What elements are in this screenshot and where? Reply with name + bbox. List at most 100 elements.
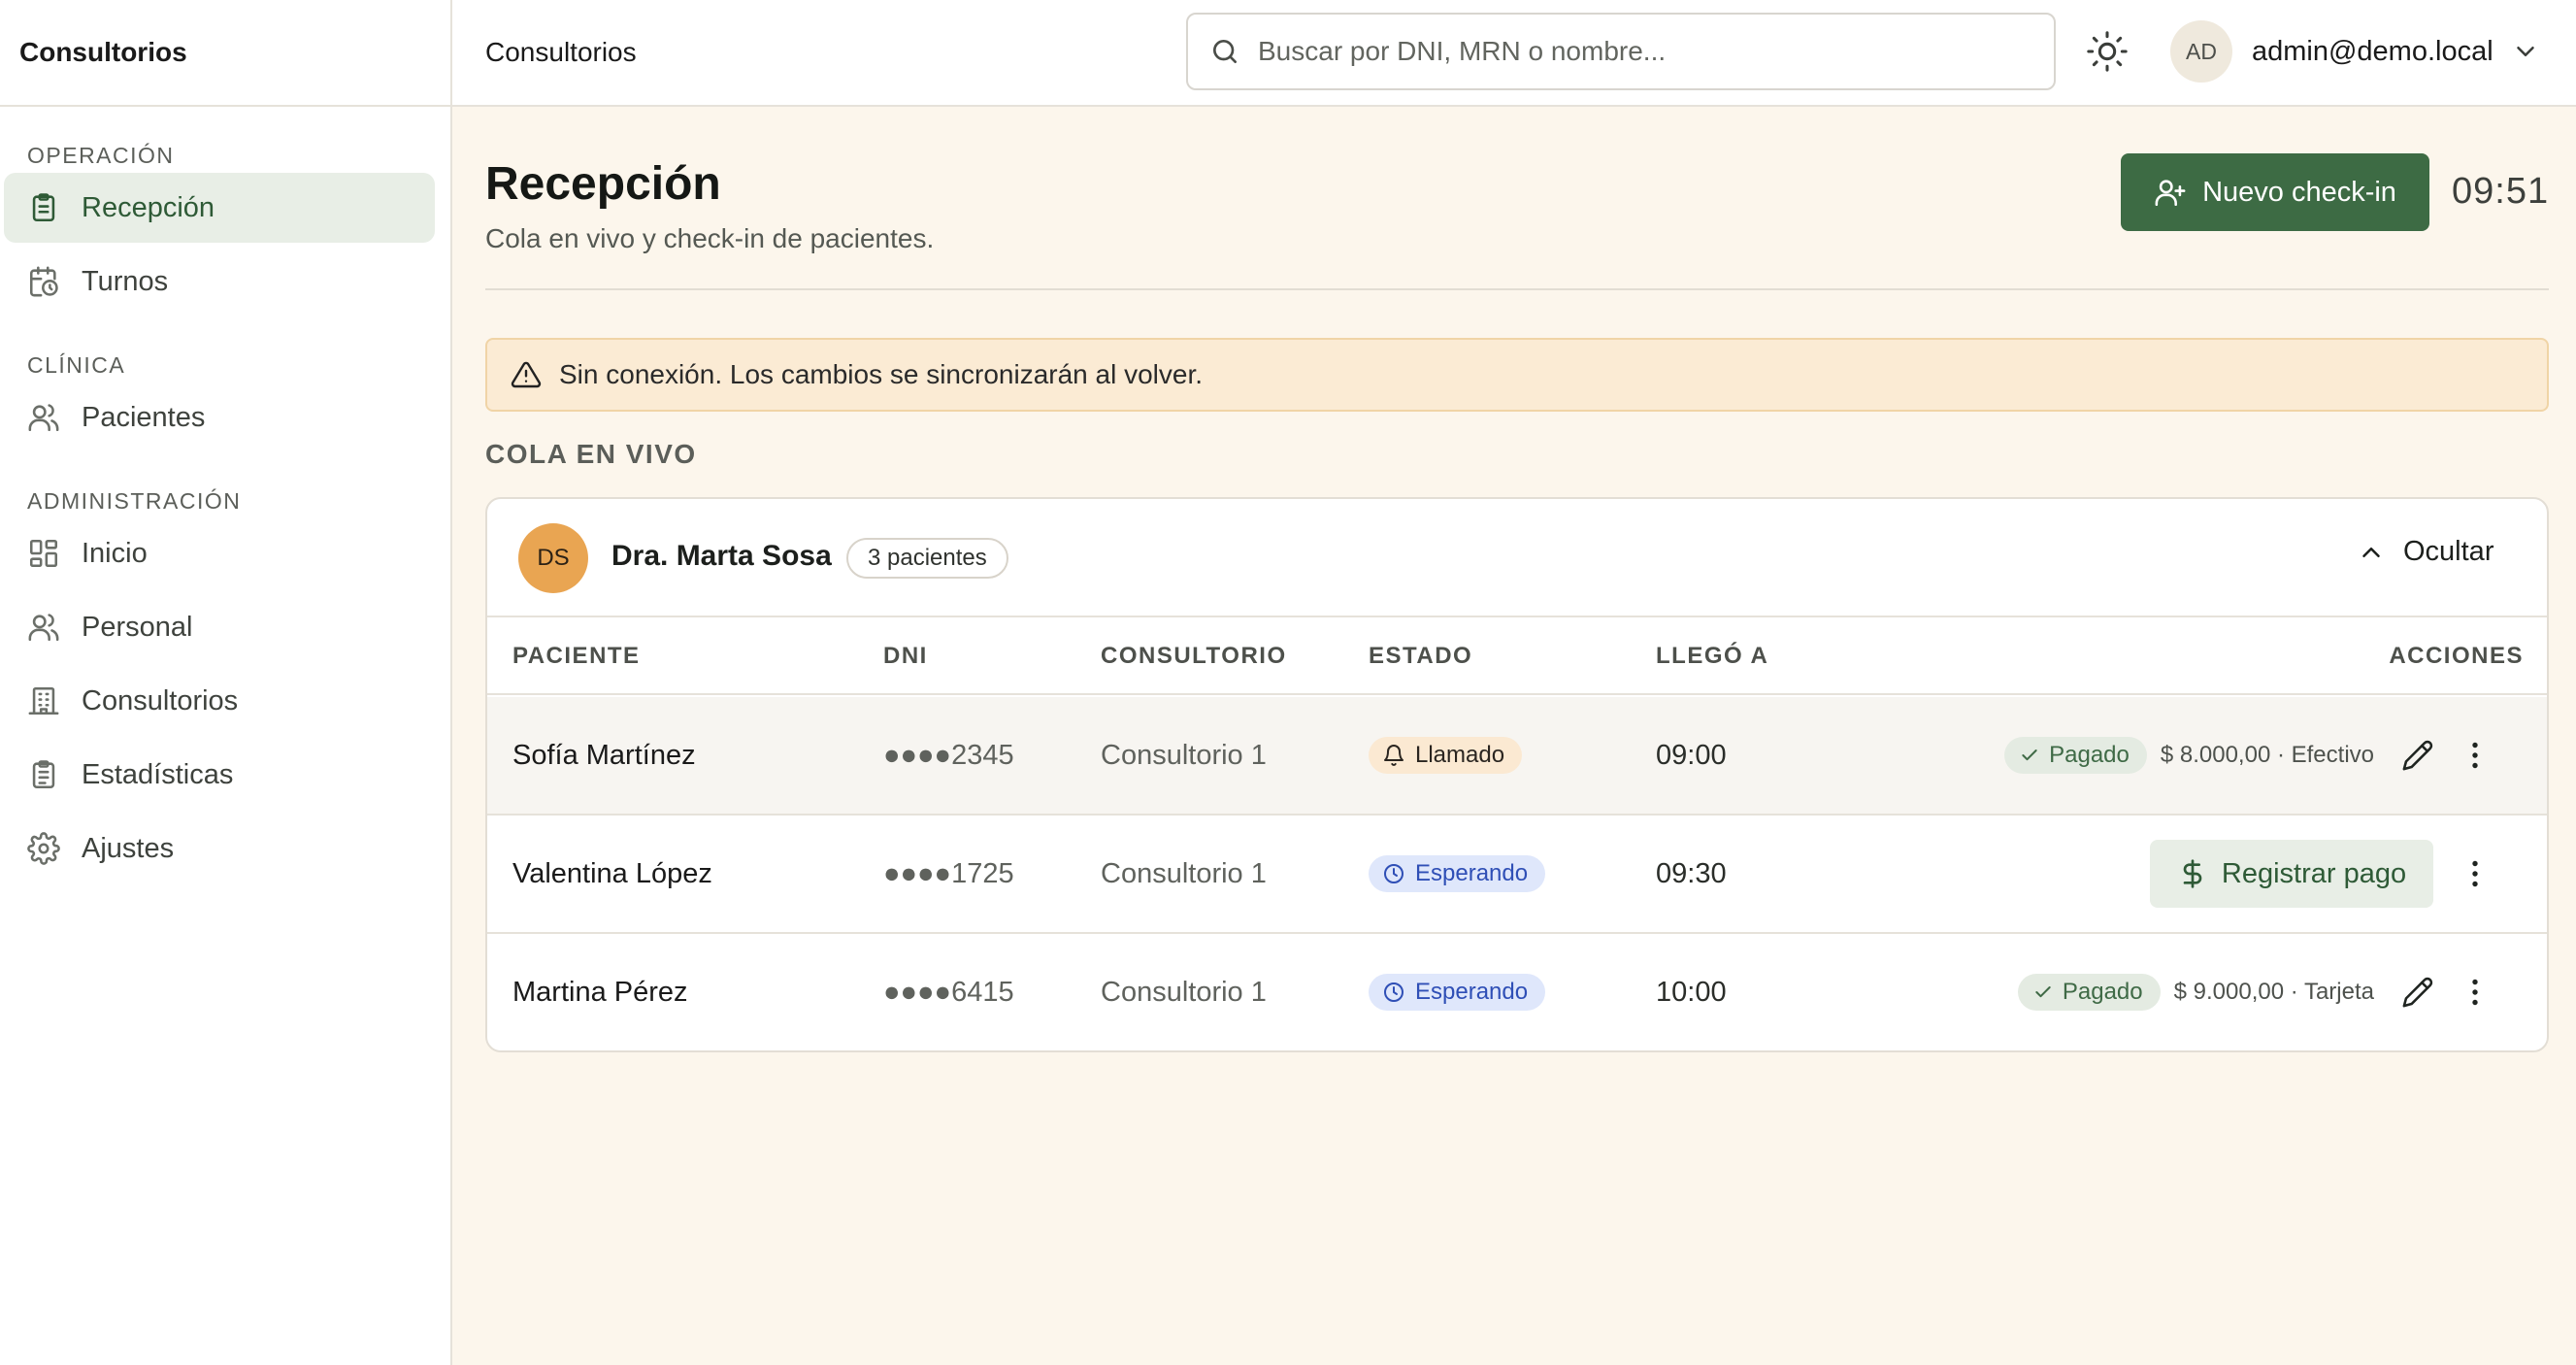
app-brand: Consultorios	[0, 0, 450, 107]
sun-icon	[2085, 29, 2130, 74]
sidebar-item-recepcion[interactable]: Recepción	[4, 173, 435, 243]
search-box[interactable]	[1186, 13, 2056, 90]
sidebar-item-label: Pacientes	[82, 401, 206, 433]
user-email: admin@demo.local	[2252, 35, 2493, 67]
sidebar-item-label: Turnos	[82, 265, 169, 297]
building-icon	[27, 684, 60, 717]
clock: 09:51	[2452, 171, 2550, 212]
bell-icon	[1382, 744, 1405, 767]
search-input[interactable]	[1258, 36, 2015, 67]
search-icon	[1209, 36, 1240, 67]
chevron-down-icon	[2511, 37, 2540, 66]
status-label: Llamado	[1415, 742, 1505, 768]
sidebar-item-estadisticas[interactable]: Estadísticas	[4, 740, 435, 810]
sidebar-item-label: Personal	[82, 611, 193, 643]
alert-text: Sin conexión. Los cambios se sincronizar…	[559, 359, 1204, 389]
sidebar-item-ajustes[interactable]: Ajustes	[4, 814, 435, 883]
topbar-title: Consultorios	[485, 37, 637, 67]
sidebar-item-personal[interactable]: Personal	[4, 592, 435, 662]
calendar-clock-icon	[27, 265, 60, 298]
paid-badge: Pagado	[2004, 737, 2147, 774]
patient-count-badge: 3 pacientes	[846, 538, 1008, 579]
clipboard-list-icon	[27, 758, 60, 791]
chevron-up-icon	[2357, 538, 2386, 567]
sidebar-item-turnos[interactable]: Turnos	[4, 247, 435, 316]
users-icon	[27, 611, 60, 644]
status-badge: Esperando	[1369, 974, 1546, 1011]
table-row[interactable]: Sofía Martínez ●●●●2345 Consultorio 1 Ll…	[487, 697, 2547, 816]
new-checkin-button[interactable]: Nuevo check-in	[2121, 153, 2429, 231]
section-label: COLA EN VIVO	[485, 439, 697, 469]
topbar: Consultorios AD admin@demo.local	[452, 0, 2576, 107]
edit-payment-button[interactable]	[2401, 739, 2434, 772]
payment-amount: $ 9.000,00 · Tarjeta	[2173, 979, 2374, 1005]
register-payment-button[interactable]: Registrar pago	[2150, 840, 2433, 908]
col-dni: DNI	[883, 643, 928, 669]
users-icon	[27, 401, 60, 434]
status-label: Esperando	[1415, 979, 1529, 1005]
more-vertical-icon	[2458, 856, 2493, 891]
sidebar-item-label: Inicio	[82, 537, 148, 569]
register-payment-label: Registrar pago	[2221, 857, 2407, 889]
more-options-button[interactable]	[2458, 856, 2493, 891]
patient-room: Consultorio 1	[1101, 976, 1267, 1008]
status-cell: Esperando	[1369, 816, 1546, 932]
status-badge: Llamado	[1369, 737, 1523, 774]
paid-label: Pagado	[2062, 979, 2143, 1005]
more-options-button[interactable]	[2458, 738, 2493, 773]
clock-icon	[1382, 862, 1405, 885]
new-checkin-label: Nuevo check-in	[2202, 176, 2396, 208]
more-vertical-icon	[2458, 975, 2493, 1010]
paid-badge: Pagado	[2017, 974, 2161, 1011]
col-estado: ESTADO	[1369, 643, 1473, 669]
status-cell: Esperando	[1369, 934, 1546, 1050]
payment-amount: $ 8.000,00 · Efectivo	[2160, 742, 2374, 768]
status-label: Esperando	[1415, 860, 1529, 886]
sidebar-item-label: Estadísticas	[82, 758, 234, 790]
clock-icon	[1382, 981, 1405, 1004]
sidebar-item-pacientes[interactable]: Pacientes	[4, 383, 435, 452]
sidebar: Consultorios OPERACIÓN Recepción Turnos …	[0, 0, 452, 1365]
check-icon	[2033, 982, 2053, 1002]
hide-queue-label: Ocultar	[2403, 536, 2494, 567]
edit-payment-button[interactable]	[2401, 976, 2434, 1009]
patient-name: Sofía Martínez	[512, 739, 696, 771]
page-title: Recepción	[485, 158, 721, 210]
status-badge: Esperando	[1369, 855, 1546, 892]
nav-section-administracion: ADMINISTRACIÓN	[27, 488, 242, 514]
dashboard-icon	[27, 537, 60, 570]
patient-name: Valentina López	[512, 857, 712, 889]
nav-section-clinica: CLÍNICA	[27, 352, 126, 378]
check-icon	[2020, 746, 2039, 765]
warning-icon	[511, 359, 542, 390]
queue-card: DS Dra. Marta Sosa 3 pacientes Ocultar P…	[485, 497, 2549, 1052]
offline-alert: Sin conexión. Los cambios se sincronizar…	[485, 338, 2549, 412]
arrival-time: 09:00	[1656, 739, 1727, 771]
sidebar-item-consultorios[interactable]: Consultorios	[4, 666, 435, 736]
more-vertical-icon	[2458, 738, 2493, 773]
pencil-icon	[2401, 976, 2434, 1009]
table-row[interactable]: Valentina López ●●●●1725 Consultorio 1 E…	[487, 816, 2547, 934]
doctor-avatar: DS	[518, 523, 588, 593]
user-menu[interactable]: AD admin@demo.local	[2170, 19, 2540, 83]
more-options-button[interactable]	[2458, 975, 2493, 1010]
col-llego: LLEGÓ A	[1656, 643, 1769, 669]
avatar: AD	[2170, 20, 2232, 83]
sidebar-item-inicio[interactable]: Inicio	[4, 518, 435, 588]
divider	[485, 288, 2549, 290]
patient-room: Consultorio 1	[1101, 739, 1267, 771]
status-cell: Llamado	[1369, 697, 1523, 814]
table-row[interactable]: Martina Pérez ●●●●6415 Consultorio 1 Esp…	[487, 934, 2547, 1050]
col-acciones: ACCIONES	[2389, 643, 2524, 669]
hide-queue-button[interactable]: Ocultar	[2357, 536, 2493, 568]
col-consultorio: CONSULTORIO	[1101, 643, 1287, 669]
arrival-time: 09:30	[1656, 857, 1727, 889]
user-plus-icon	[2154, 176, 2187, 209]
theme-toggle-button[interactable]	[2085, 29, 2130, 74]
sidebar-item-label: Recepción	[82, 191, 215, 223]
gear-icon	[27, 832, 60, 865]
payment-info: Pagado $ 9.000,00 · Tarjeta	[2017, 934, 2434, 1050]
patient-name: Martina Pérez	[512, 976, 688, 1008]
page-subtitle: Cola en vivo y check-in de pacientes.	[485, 223, 935, 253]
clipboard-icon	[27, 191, 60, 224]
